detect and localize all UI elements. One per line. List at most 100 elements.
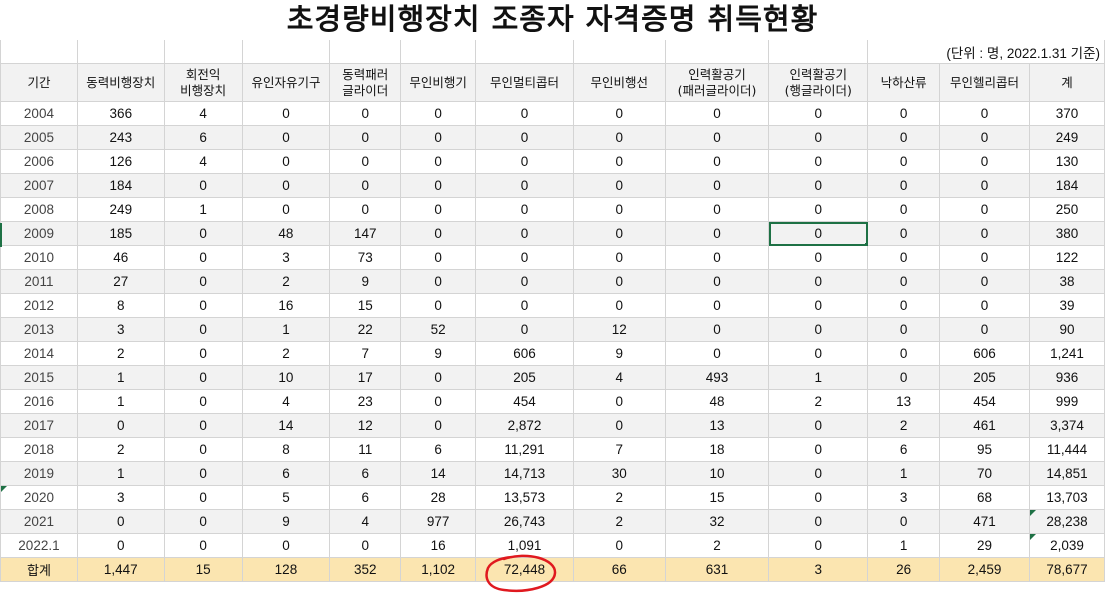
row-year-cell[interactable]: 2004 <box>0 101 78 126</box>
table-cell[interactable]: 2 <box>241 269 331 294</box>
table-cell[interactable]: 2,872 <box>475 413 574 438</box>
table-cell[interactable]: 2 <box>572 509 666 534</box>
table-cell[interactable]: 0 <box>163 293 243 318</box>
table-cell[interactable]: 10 <box>241 365 331 390</box>
table-cell[interactable]: 13 <box>664 413 770 438</box>
table-cell[interactable]: 11,291 <box>475 437 574 462</box>
table-cell[interactable]: 48 <box>241 221 331 246</box>
table-cell[interactable]: 0 <box>400 269 477 294</box>
table-cell[interactable]: 16 <box>241 293 331 318</box>
table-cell[interactable]: 184 <box>76 173 165 198</box>
table-cell[interactable]: 380 <box>1028 221 1105 246</box>
table-cell[interactable]: 0 <box>163 269 243 294</box>
table-cell[interactable]: 243 <box>76 125 165 150</box>
table-cell[interactable]: 0 <box>664 173 770 198</box>
table-cell[interactable]: 0 <box>939 197 1030 222</box>
table-cell[interactable]: 30 <box>572 461 666 486</box>
table-cell[interactable]: 0 <box>475 125 574 150</box>
table-cell[interactable]: 4 <box>163 101 243 126</box>
table-cell[interactable]: 95 <box>939 437 1030 462</box>
table-cell[interactable]: 6 <box>867 437 941 462</box>
column-header[interactable]: 유인자유기구 <box>241 63 331 102</box>
table-cell[interactable]: 0 <box>475 221 574 246</box>
row-year-cell[interactable]: 2007 <box>0 173 78 198</box>
table-cell[interactable]: 7 <box>572 437 666 462</box>
column-header[interactable]: 무인비행기 <box>400 63 477 102</box>
table-cell[interactable]: 10 <box>664 461 770 486</box>
table-cell[interactable]: 0 <box>163 413 243 438</box>
table-cell[interactable]: 4 <box>572 365 666 390</box>
total-cell[interactable]: 352 <box>329 557 402 582</box>
table-cell[interactable]: 1 <box>241 317 331 342</box>
row-year-cell[interactable]: 2005 <box>0 125 78 150</box>
table-cell[interactable]: 0 <box>572 245 666 270</box>
table-cell[interactable]: 2 <box>664 533 770 558</box>
table-cell[interactable]: 0 <box>572 389 666 414</box>
table-cell[interactable]: 0 <box>768 461 869 486</box>
table-cell[interactable]: 3 <box>867 485 941 510</box>
table-cell[interactable]: 32 <box>664 509 770 534</box>
row-year-cell[interactable]: 2006 <box>0 149 78 174</box>
table-cell[interactable]: 0 <box>867 293 941 318</box>
table-cell[interactable]: 70 <box>939 461 1030 486</box>
total-cell[interactable]: 3 <box>768 557 869 582</box>
table-cell[interactable]: 14,713 <box>475 461 574 486</box>
table-cell[interactable]: 0 <box>572 101 666 126</box>
table-cell[interactable]: 0 <box>867 197 941 222</box>
total-cell[interactable]: 72,448 <box>475 557 574 582</box>
table-cell[interactable]: 6 <box>400 437 477 462</box>
table-cell[interactable]: 0 <box>400 365 477 390</box>
table-cell[interactable]: 28,238 <box>1028 509 1105 534</box>
table-cell[interactable]: 0 <box>400 101 477 126</box>
table-cell[interactable]: 249 <box>1028 125 1105 150</box>
table-cell[interactable]: 2 <box>241 341 331 366</box>
table-cell[interactable]: 17 <box>329 365 402 390</box>
table-cell[interactable]: 12 <box>572 317 666 342</box>
table-cell[interactable]: 6 <box>241 461 331 486</box>
table-cell[interactable]: 0 <box>572 533 666 558</box>
table-cell[interactable]: 0 <box>475 245 574 270</box>
table-cell[interactable]: 3 <box>76 317 165 342</box>
table-cell[interactable]: 454 <box>475 389 574 414</box>
table-cell[interactable]: 0 <box>664 221 770 246</box>
table-cell[interactable]: 185 <box>76 221 165 246</box>
table-cell[interactable]: 0 <box>400 197 477 222</box>
table-cell[interactable]: 13 <box>867 389 941 414</box>
table-cell[interactable]: 0 <box>939 317 1030 342</box>
table-cell[interactable]: 2 <box>867 413 941 438</box>
table-cell[interactable]: 0 <box>76 533 165 558</box>
table-cell[interactable]: 0 <box>400 245 477 270</box>
table-cell[interactable]: 22 <box>329 317 402 342</box>
table-cell[interactable]: 0 <box>768 485 869 510</box>
table-cell[interactable]: 370 <box>1028 101 1105 126</box>
table-cell[interactable]: 3 <box>241 245 331 270</box>
table-cell[interactable]: 9 <box>400 341 477 366</box>
table-cell[interactable]: 0 <box>572 269 666 294</box>
table-cell[interactable]: 461 <box>939 413 1030 438</box>
table-cell[interactable]: 0 <box>475 317 574 342</box>
table-cell[interactable]: 12 <box>329 413 402 438</box>
table-cell[interactable]: 0 <box>163 365 243 390</box>
table-cell[interactable]: 0 <box>768 197 869 222</box>
table-cell[interactable]: 606 <box>939 341 1030 366</box>
table-cell[interactable]: 1 <box>867 533 941 558</box>
table-cell[interactable]: 11,444 <box>1028 437 1105 462</box>
table-cell[interactable]: 8 <box>76 293 165 318</box>
row-year-cell[interactable]: 2020 <box>0 485 78 510</box>
table-cell[interactable]: 0 <box>867 173 941 198</box>
table-cell[interactable]: 205 <box>939 365 1030 390</box>
table-cell[interactable]: 0 <box>329 533 402 558</box>
table-cell[interactable]: 14,851 <box>1028 461 1105 486</box>
table-cell[interactable]: 14 <box>400 461 477 486</box>
table-cell[interactable]: 0 <box>241 197 331 222</box>
table-cell[interactable]: 147 <box>329 221 402 246</box>
column-header[interactable]: 동력비행장치 <box>76 63 165 102</box>
table-cell[interactable]: 13,703 <box>1028 485 1105 510</box>
total-cell[interactable]: 78,677 <box>1028 557 1105 582</box>
table-cell[interactable]: 0 <box>475 197 574 222</box>
table-cell[interactable]: 15 <box>664 485 770 510</box>
table-cell[interactable]: 0 <box>939 245 1030 270</box>
table-cell[interactable]: 0 <box>76 413 165 438</box>
row-year-cell[interactable]: 2021 <box>0 509 78 534</box>
total-cell[interactable]: 631 <box>664 557 770 582</box>
